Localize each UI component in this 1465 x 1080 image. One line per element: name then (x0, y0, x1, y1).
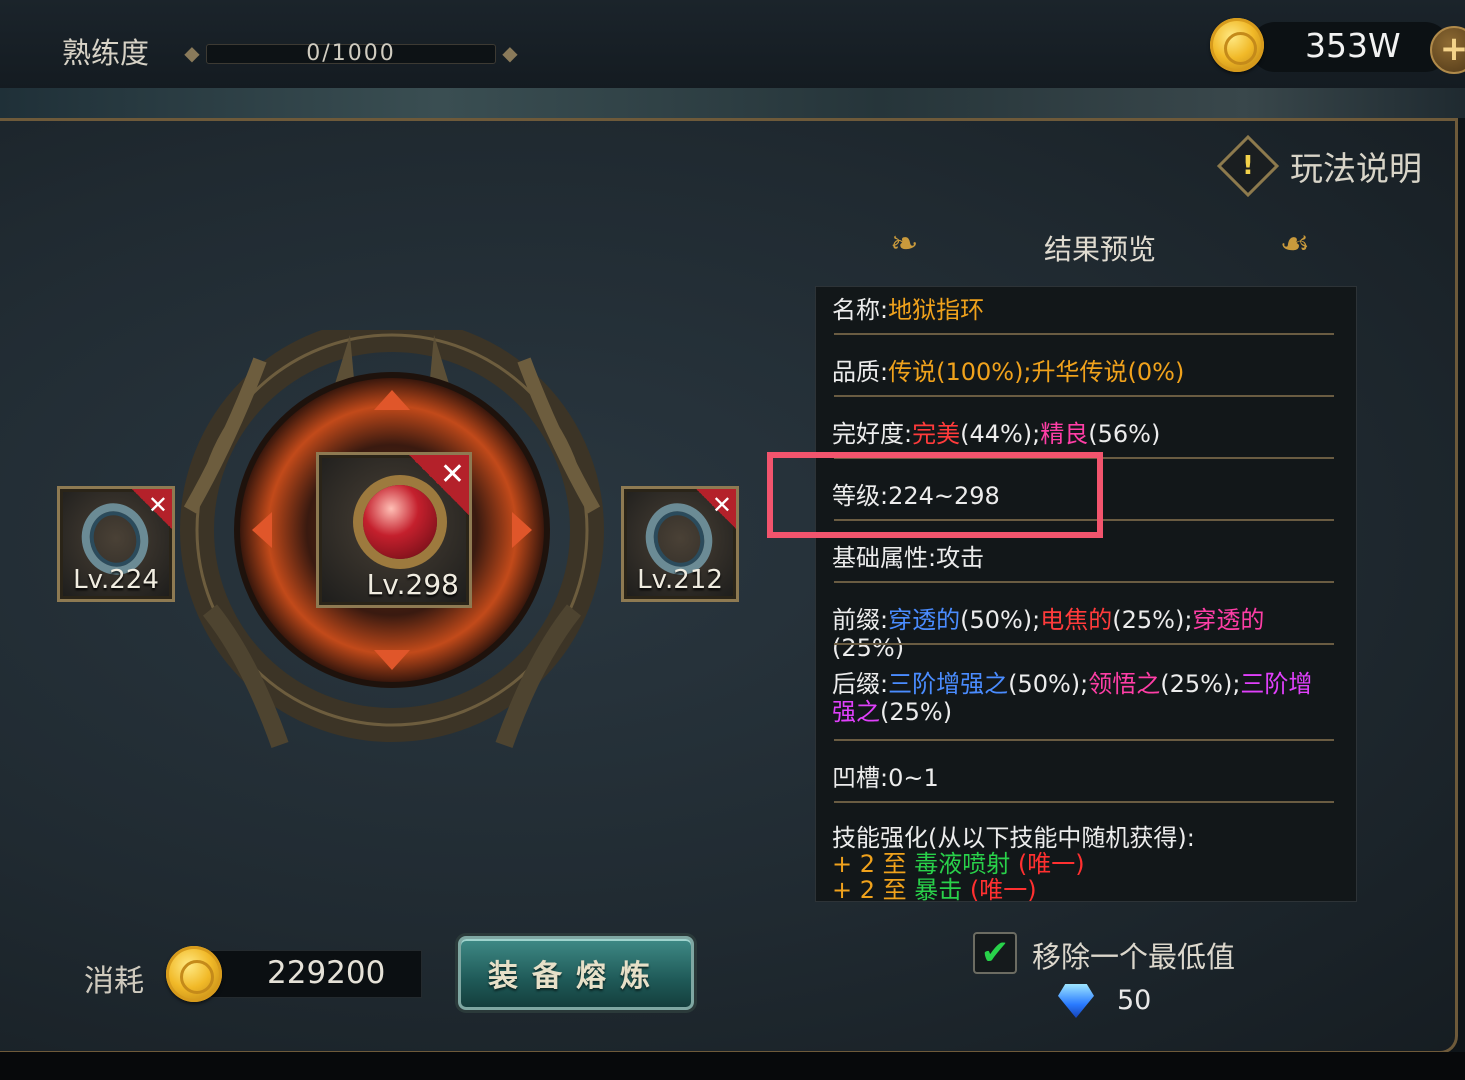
divider (834, 643, 1334, 645)
skill-enhance-row: 技能强化(从以下技能中随机获得): + 2 至 毒液喷射 (唯一) + 2 至 … (832, 824, 1195, 902)
remove-lowest-label: 移除一个最低值 (1032, 940, 1236, 974)
help-label: 玩法说明 (1290, 149, 1422, 188)
remove-lowest-checkbox[interactable]: ✔ (973, 932, 1017, 974)
socket-row: 凹槽:0~1 (832, 764, 939, 792)
level-range-row: 等级:224~298 (832, 482, 1000, 510)
item-level-right: Lv.212 (637, 565, 723, 595)
divider (834, 801, 1334, 803)
item-level-center: Lv.298 (366, 568, 459, 601)
proficiency-bar: ◆ ◆ 0/1000 (176, 38, 526, 68)
cost-value: 229200 (267, 955, 386, 991)
result-preview-panel[interactable]: 名称:地狱指环 品质:传说(100%);升华传说(0%) 完好度:完美(44%)… (815, 286, 1357, 902)
diamond-cost: 50 (1117, 985, 1152, 1016)
quality-row: 品质:传说(100%);升华传说(0%) (832, 358, 1185, 386)
material-slot-left[interactable]: ✕ Lv.224 (57, 486, 175, 602)
bar-cap-left-icon: ◆ (184, 41, 200, 65)
smelt-button-label: 装备熔炼 (488, 959, 664, 994)
equipment-smelt-button[interactable]: 装备熔炼 (458, 936, 694, 1010)
remove-right-icon[interactable]: ✕ (712, 491, 732, 519)
gold-coin-icon (166, 946, 222, 1002)
divider (834, 519, 1334, 521)
divider (834, 457, 1334, 459)
remove-center-icon[interactable]: ✕ (440, 457, 465, 492)
gold-coin-icon (1210, 18, 1264, 72)
bottom-edge (0, 1052, 1465, 1080)
item-level-left: Lv.224 (73, 565, 159, 595)
prefix-row: 前缀:穿透的(50%);电焦的(25%);穿透的(25%) (832, 606, 1265, 662)
result-preview-title: 结果预览 (1043, 233, 1156, 266)
help-button[interactable]: ! 玩法说明 (1216, 134, 1422, 198)
wing-right-icon: ☙ (1279, 224, 1310, 264)
result-preview-header: ❧ 结果预览 ☙ (890, 220, 1310, 270)
integrity-row: 完好度:完美(44%);精良(56%) (832, 420, 1161, 448)
name-row: 名称:地狱指环 (832, 296, 985, 324)
cost-label: 消耗 (84, 964, 144, 999)
scenery-strip (0, 88, 1465, 118)
divider (834, 581, 1334, 583)
proficiency-label: 熟练度 (62, 36, 150, 70)
divider (834, 395, 1334, 397)
bar-cap-right-icon: ◆ (502, 41, 518, 65)
proficiency-value: 0/1000 (306, 40, 396, 66)
base-attribute-row: 基础属性:攻击 (832, 544, 985, 572)
divider (834, 739, 1334, 741)
remove-left-icon[interactable]: ✕ (148, 491, 168, 519)
material-slot-center[interactable]: ✕ Lv.298 (316, 452, 472, 608)
material-slot-right[interactable]: ✕ Lv.212 (621, 486, 739, 602)
divider (834, 333, 1334, 335)
warning-icon: ! (1216, 134, 1280, 198)
gold-amount: 353W (1305, 26, 1401, 65)
suffix-row: 后缀:三阶增强之(50%);领悟之(25%);三阶增 强之(25%) (832, 670, 1313, 726)
